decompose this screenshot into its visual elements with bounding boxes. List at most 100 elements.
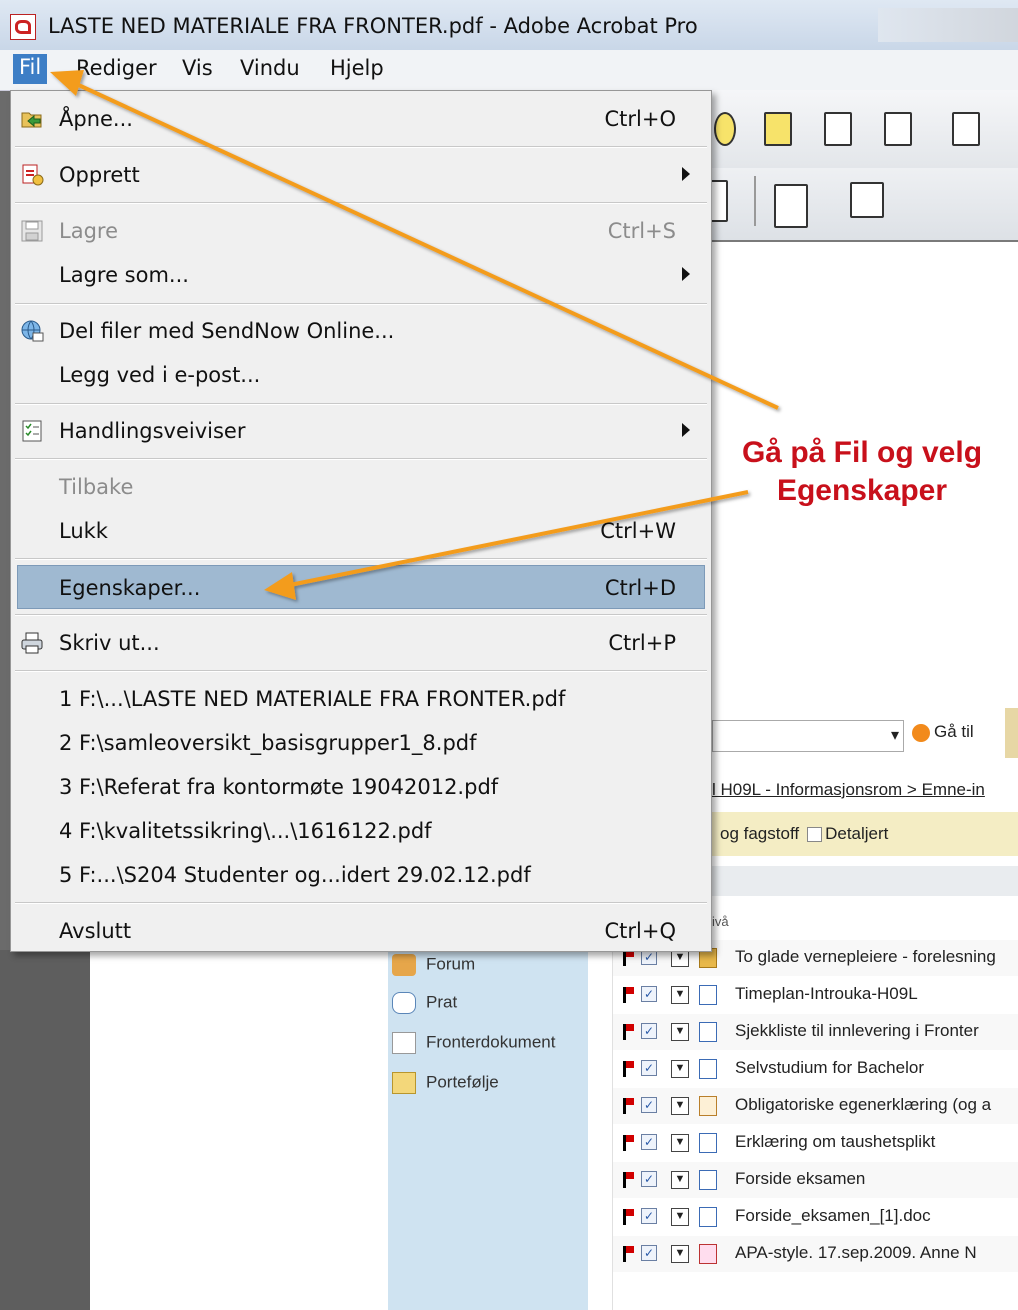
- menu-item-attach-email[interactable]: Legg ved i e-post...: [12, 353, 710, 397]
- goto-button[interactable]: Gå til: [912, 722, 974, 742]
- nav-prat[interactable]: Prat: [392, 992, 457, 1014]
- menu-bar: Fil Rediger Vis Vindu Hjelp: [0, 50, 1018, 91]
- sticky-note-icon[interactable]: [764, 112, 792, 146]
- menu-separator: [15, 670, 707, 672]
- submenu-arrow-icon: [682, 423, 690, 437]
- submenu-arrow-icon: [682, 167, 690, 181]
- blurred-title-area: [878, 8, 1018, 42]
- menu-item-label: Tilbake: [59, 475, 134, 499]
- item-title[interactable]: Forside_eksamen_[1].doc: [735, 1206, 931, 1226]
- breadcrumb-text[interactable]: l H09L - Informasjonsrom > Emne-in: [712, 780, 985, 799]
- menu-item-revert[interactable]: Tilbake: [12, 465, 710, 509]
- menu-item-properties[interactable]: Egenskaper... Ctrl+D: [17, 565, 705, 609]
- document-delete-icon[interactable]: [824, 112, 852, 146]
- menu-hjelp[interactable]: Hjelp: [330, 56, 384, 80]
- item-title[interactable]: Obligatoriske egenerklæring (og a: [735, 1095, 991, 1115]
- row-menu-button[interactable]: ▼: [671, 1023, 689, 1041]
- menu-item-save-as[interactable]: Lagre som...: [12, 253, 710, 297]
- menu-separator: [15, 146, 707, 148]
- menu-item-close[interactable]: Lukk Ctrl+W: [12, 509, 710, 553]
- menu-item-label: 3 F:\Referat fra kontormøte 19042012.pdf: [59, 775, 499, 799]
- word-document-icon: [699, 985, 717, 1005]
- title-bar: LASTE NED MATERIALE FRA FRONTER.pdf - Ad…: [0, 0, 1018, 51]
- document-export-icon[interactable]: [884, 112, 912, 146]
- full-screen-icon[interactable]: [850, 182, 884, 218]
- item-title[interactable]: Timeplan-Introuka-H09L: [735, 984, 918, 1004]
- select-checkbox[interactable]: ✓: [641, 1171, 657, 1187]
- list-item[interactable]: ✓ ▼ Erklæring om taushetsplikt: [613, 1125, 1018, 1161]
- menu-item-open[interactable]: Åpne... Ctrl+O: [12, 97, 710, 141]
- list-item[interactable]: ✓ ▼ Forside_eksamen_[1].doc: [613, 1199, 1018, 1235]
- menu-fil[interactable]: Fil: [13, 54, 48, 84]
- menu-item-recent-4[interactable]: 4 F:\kvalitetssikring\...\1616122.pdf: [12, 809, 710, 853]
- select-checkbox[interactable]: ✓: [641, 1060, 657, 1076]
- select-checkbox[interactable]: ✓: [641, 1097, 657, 1113]
- row-menu-button[interactable]: ▼: [671, 1097, 689, 1115]
- nav-portefolje[interactable]: Portefølje: [392, 1072, 499, 1094]
- detail-checkbox[interactable]: [807, 827, 823, 843]
- level-column-header: ivå: [712, 914, 729, 929]
- menu-item-sendnow[interactable]: Del filer med SendNow Online...: [12, 309, 710, 353]
- list-item[interactable]: ✓ ▼ APA-style. 17.sep.2009. Anne N: [613, 1236, 1018, 1272]
- comment-icon[interactable]: [714, 112, 736, 146]
- item-title[interactable]: To glade vernepleiere - forelesning: [735, 947, 996, 967]
- nav-fronterdokument[interactable]: Fronterdokument: [392, 1032, 555, 1054]
- list-item[interactable]: ✓ ▼ Obligatoriske egenerklæring (og a: [613, 1088, 1018, 1124]
- menu-item-action-wizard[interactable]: Handlingsveiviser: [12, 409, 710, 453]
- flag-icon: [623, 1246, 634, 1262]
- menu-item-recent-2[interactable]: 2 F:\samleoversikt_basisgrupper1_8.pdf: [12, 721, 710, 765]
- fronter-room-select[interactable]: [712, 720, 904, 752]
- item-title[interactable]: Forside eksamen: [735, 1169, 865, 1189]
- annotation-line-1: Gå på Fil og velg: [741, 436, 983, 469]
- menu-item-recent-5[interactable]: 5 F:...\S204 Studenter og...idert 29.02.…: [12, 853, 710, 897]
- item-title[interactable]: Sjekkliste til innlevering i Fronter: [735, 1021, 979, 1041]
- document-download-icon[interactable]: [952, 112, 980, 146]
- row-menu-button[interactable]: ▼: [671, 1245, 689, 1263]
- menu-shortcut: Ctrl+O: [604, 107, 677, 131]
- list-item[interactable]: ✓ ▼ Selvstudium for Bachelor: [613, 1051, 1018, 1087]
- item-title[interactable]: Erklæring om taushetsplikt: [735, 1132, 935, 1152]
- menu-item-exit[interactable]: Avslutt Ctrl+Q: [12, 909, 710, 953]
- row-menu-button[interactable]: ▼: [671, 986, 689, 1004]
- menu-shortcut: Ctrl+D: [604, 576, 676, 600]
- fit-page-icon[interactable]: [774, 184, 808, 228]
- item-title[interactable]: Selvstudium for Bachelor: [735, 1058, 924, 1078]
- file-menu: Åpne... Ctrl+O Opprett Lagre Ctrl+S Lagr…: [10, 90, 712, 952]
- select-checkbox[interactable]: ✓: [641, 986, 657, 1002]
- item-title[interactable]: APA-style. 17.sep.2009. Anne N: [735, 1243, 977, 1263]
- list-item[interactable]: ✓ ▼ Forside eksamen: [613, 1162, 1018, 1198]
- menu-item-recent-1[interactable]: 1 F:\...\LASTE NED MATERIALE FRA FRONTER…: [12, 677, 710, 721]
- menu-shortcut: Ctrl+Q: [604, 919, 677, 943]
- menu-item-save[interactable]: Lagre Ctrl+S: [12, 209, 710, 253]
- toolbar-view: [704, 168, 1018, 242]
- menu-separator: [15, 303, 707, 305]
- nav-forum[interactable]: Forum: [392, 954, 475, 976]
- menu-vindu[interactable]: Vindu: [240, 56, 300, 80]
- select-checkbox[interactable]: ✓: [641, 1023, 657, 1039]
- row-menu-button[interactable]: ▼: [671, 1134, 689, 1152]
- chat-bubble-icon: [392, 992, 416, 1014]
- menu-item-label: 2 F:\samleoversikt_basisgrupper1_8.pdf: [59, 731, 477, 755]
- menu-shortcut: Ctrl+W: [600, 519, 676, 543]
- menu-item-recent-3[interactable]: 3 F:\Referat fra kontormøte 19042012.pdf: [12, 765, 710, 809]
- window-title: LASTE NED MATERIALE FRA FRONTER.pdf - Ad…: [48, 14, 698, 38]
- row-menu-button[interactable]: ▼: [671, 1060, 689, 1078]
- flag-icon: [623, 1135, 634, 1151]
- select-checkbox[interactable]: ✓: [641, 1208, 657, 1224]
- toolbar-separator: [754, 176, 756, 226]
- list-item[interactable]: ✓ ▼ Sjekkliste til innlevering i Fronter: [613, 1014, 1018, 1050]
- menu-item-create[interactable]: Opprett: [12, 153, 710, 197]
- row-menu-button[interactable]: ▼: [671, 1208, 689, 1226]
- select-checkbox[interactable]: ✓: [641, 1245, 657, 1261]
- menu-vis[interactable]: Vis: [182, 56, 213, 80]
- list-item[interactable]: ✓ ▼ Timeplan-Introuka-H09L: [613, 977, 1018, 1013]
- column-header-bar: [712, 866, 1018, 896]
- menu-separator: [15, 558, 707, 560]
- flag-icon: [623, 1209, 634, 1225]
- menu-item-print[interactable]: Skriv ut... Ctrl+P: [12, 621, 710, 665]
- select-checkbox[interactable]: ✓: [641, 1134, 657, 1150]
- flag-icon: [623, 1061, 634, 1077]
- menu-rediger[interactable]: Rediger: [76, 56, 157, 80]
- row-menu-button[interactable]: ▼: [671, 1171, 689, 1189]
- breadcrumb[interactable]: l H09L - Informasjonsrom > Emne-in: [712, 780, 1018, 800]
